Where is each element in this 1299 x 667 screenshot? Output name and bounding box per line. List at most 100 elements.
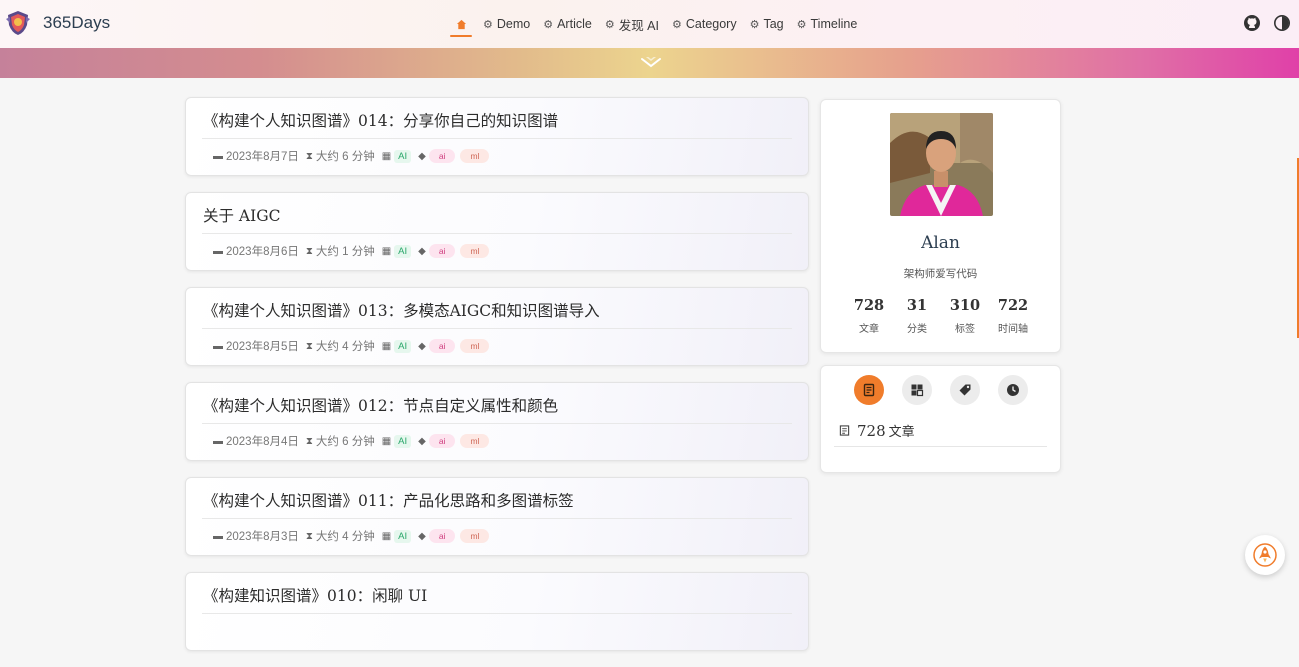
hourglass-icon: ⧗ [305, 340, 313, 352]
nav-timeline-label: Timeline [810, 17, 858, 31]
stat-articles[interactable]: 728 文章 [845, 297, 893, 335]
post-category[interactable]: AI [394, 339, 412, 353]
chevron-down-icon[interactable] [640, 57, 662, 69]
info-tabs-card: 728 文章 [820, 365, 1061, 473]
post-tag[interactable]: ai [428, 339, 456, 353]
post-category[interactable]: AI [394, 434, 412, 448]
nav-discover-ai[interactable]: ⚙ 发现 AI [605, 0, 659, 48]
hourglass-icon: ⧗ [305, 245, 313, 257]
category-icon [911, 384, 924, 397]
post-read-time: 大约 6 分钟 [315, 151, 375, 163]
avatar[interactable] [890, 113, 993, 216]
post-card[interactable]: 《构建个人知识图谱》011：产品化思路和多图谱标签 ▬ 2023年8月3日 ⧗ … [185, 477, 809, 556]
github-icon[interactable] [1243, 14, 1261, 32]
article-icon [863, 383, 875, 397]
stat-label: 标签 [955, 324, 975, 335]
tab-categories[interactable] [902, 375, 932, 405]
divider [202, 613, 792, 614]
post-card[interactable]: 关于 AIGC ▬ 2023年8月6日 ⧗ 大约 1 分钟 ▦ AI ◆ ai … [185, 192, 809, 271]
post-card[interactable]: 《构建个人知识图谱》013：多模态AIGC和知识图谱导入 ▬ 2023年8月5日… [185, 287, 809, 366]
tag-icon: ⚙ [672, 18, 682, 31]
profile-stats: 728 文章 31 分类 310 标签 722 时间轴 [845, 297, 1037, 335]
post-tag[interactable]: ai [428, 244, 456, 258]
calendar-icon: ▬ [213, 150, 223, 162]
post-title[interactable]: 《构建个人知识图谱》012：节点自定义属性和颜色 [203, 394, 558, 416]
stat-num: 31 [906, 297, 928, 314]
post-card[interactable]: 《构建知识图谱》010：闲聊 UI [185, 572, 809, 651]
nav-tag-label: Tag [763, 17, 784, 31]
nav-tag[interactable]: ⚙ Tag [750, 0, 784, 48]
post-title[interactable]: 关于 AIGC [203, 204, 281, 226]
post-tag[interactable]: ai [428, 434, 456, 448]
nav-category[interactable]: ⚙ Category [672, 0, 737, 48]
post-tag[interactable]: ml [460, 339, 490, 353]
stat-timeline[interactable]: 722 时间轴 [989, 297, 1037, 335]
tag-icon: ⚙ [483, 18, 493, 31]
post-tag[interactable]: ml [460, 434, 490, 448]
clock-icon [1007, 384, 1019, 396]
post-title[interactable]: 《构建个人知识图谱》011：产品化思路和多图谱标签 [203, 489, 574, 511]
post-tag[interactable]: ml [460, 149, 490, 163]
nav-article[interactable]: ⚙ Article [543, 0, 592, 48]
stat-num: 728 [853, 297, 885, 314]
post-category[interactable]: AI [394, 149, 412, 163]
article-count-label: 文章 [888, 424, 915, 439]
post-title[interactable]: 《构建个人知识图谱》014：分享你自己的知识图谱 [203, 109, 558, 131]
post-date: 2023年8月5日 [226, 341, 299, 353]
nav-demo-label: Demo [496, 17, 531, 31]
post-date: 2023年8月4日 [226, 436, 299, 448]
tab-timeline[interactable] [998, 375, 1028, 405]
post-card[interactable]: 《构建个人知识图谱》014：分享你自己的知识图谱 ▬ 2023年8月7日 ⧗ 大… [185, 97, 809, 176]
post-tag[interactable]: ml [460, 244, 490, 258]
post-category[interactable]: AI [394, 529, 412, 543]
nav-home[interactable] [450, 0, 472, 48]
hourglass-icon: ⧗ [305, 435, 313, 447]
divider [202, 328, 792, 329]
category-icon: ▦ [381, 245, 392, 257]
tab-tags[interactable] [950, 375, 980, 405]
nav-demo[interactable]: ⚙ Demo [483, 0, 530, 48]
tag-icon: ◆ [418, 435, 426, 447]
post-meta: ▬ 2023年8月6日 ⧗ 大约 1 分钟 ▦ AI ◆ ai ml [213, 243, 494, 259]
back-to-top-button[interactable] [1245, 535, 1285, 575]
post-meta: ▬ 2023年8月5日 ⧗ 大约 4 分钟 ▦ AI ◆ ai ml [213, 338, 494, 354]
brand-name[interactable]: 365Days [43, 13, 110, 33]
main-menu: ⚙ Demo ⚙ Article ⚙ 发现 AI ⚙ Category ⚙ Tag ⚙ Ti… [450, 0, 870, 48]
post-meta: ▬ 2023年8月7日 ⧗ 大约 6 分钟 ▦ AI ◆ ai ml [213, 148, 494, 164]
divider [202, 423, 792, 424]
post-title[interactable]: 《构建个人知识图谱》013：多模态AIGC和知识图谱导入 [203, 299, 600, 321]
stat-categories[interactable]: 31 分类 [893, 297, 941, 335]
divider [202, 233, 792, 234]
calendar-icon: ▬ [213, 435, 223, 447]
category-icon: ▦ [381, 435, 392, 447]
post-title[interactable]: 《构建知识图谱》010：闲聊 UI [203, 584, 427, 606]
post-date: 2023年8月7日 [226, 151, 299, 163]
top-navbar: 365Days ⚙ Demo ⚙ Article ⚙ 发现 AI ⚙ Category … [0, 0, 1299, 48]
tag-icon: ◆ [418, 245, 426, 257]
article-count-row[interactable]: 728 文章 [839, 421, 915, 440]
post-meta: ▬ 2023年8月3日 ⧗ 大约 4 分钟 ▦ AI ◆ ai ml [213, 528, 494, 544]
post-date: 2023年8月6日 [226, 246, 299, 258]
tag-icon: ◆ [418, 150, 426, 162]
post-read-time: 大约 4 分钟 [315, 341, 375, 353]
hourglass-icon: ⧗ [305, 150, 313, 162]
post-category[interactable]: AI [394, 244, 412, 258]
post-card[interactable]: 《构建个人知识图谱》012：节点自定义属性和颜色 ▬ 2023年8月4日 ⧗ 大… [185, 382, 809, 461]
post-tag[interactable]: ai [428, 529, 456, 543]
divider [834, 446, 1047, 447]
stat-label: 时间轴 [998, 324, 1028, 335]
stat-tags[interactable]: 310 标签 [941, 297, 989, 335]
stat-label: 分类 [907, 324, 927, 335]
nav-timeline[interactable]: ⚙ Timeline [797, 0, 858, 48]
post-tag[interactable]: ml [460, 529, 490, 543]
stat-num: 310 [949, 297, 981, 314]
divider [202, 518, 792, 519]
site-logo-icon[interactable] [4, 9, 32, 37]
post-tag[interactable]: ai [428, 149, 456, 163]
tab-articles[interactable] [854, 375, 884, 405]
tag-icon: ⚙ [749, 18, 760, 31]
tag-icon: ◆ [418, 340, 426, 352]
post-read-time: 大约 4 分钟 [315, 531, 375, 543]
theme-toggle-icon[interactable] [1273, 14, 1291, 32]
calendar-icon: ▬ [213, 530, 223, 542]
